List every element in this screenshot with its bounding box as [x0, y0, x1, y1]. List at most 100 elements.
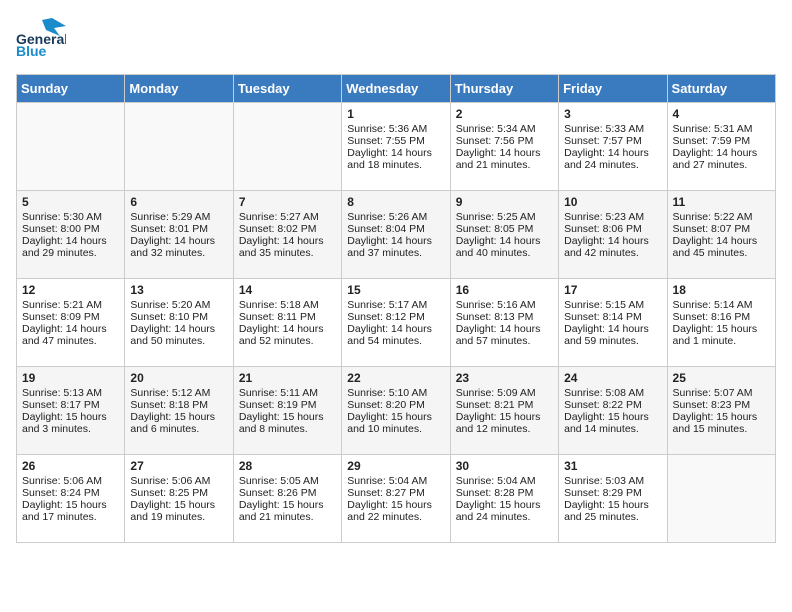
day-number: 1 — [347, 107, 444, 121]
day-info: Sunset: 8:17 PM — [22, 399, 119, 411]
day-info: Sunset: 8:24 PM — [22, 487, 119, 499]
day-info: Daylight: 15 hours — [456, 499, 553, 511]
day-info: Sunrise: 5:04 AM — [347, 475, 444, 487]
day-info: and 45 minutes. — [673, 247, 770, 259]
day-info: Sunset: 8:10 PM — [130, 311, 227, 323]
day-info: Sunset: 8:25 PM — [130, 487, 227, 499]
calendar-cell: 19Sunrise: 5:13 AMSunset: 8:17 PMDayligh… — [17, 367, 125, 455]
calendar-cell: 23Sunrise: 5:09 AMSunset: 8:21 PMDayligh… — [450, 367, 558, 455]
day-info: Sunrise: 5:17 AM — [347, 299, 444, 311]
day-info: Daylight: 15 hours — [456, 411, 553, 423]
day-info: Daylight: 15 hours — [239, 411, 336, 423]
day-info: Sunset: 8:18 PM — [130, 399, 227, 411]
day-info: Sunrise: 5:27 AM — [239, 211, 336, 223]
day-info: and 17 minutes. — [22, 511, 119, 523]
svg-text:Blue: Blue — [16, 43, 47, 59]
calendar-cell: 5Sunrise: 5:30 AMSunset: 8:00 PMDaylight… — [17, 191, 125, 279]
calendar-cell: 26Sunrise: 5:06 AMSunset: 8:24 PMDayligh… — [17, 455, 125, 543]
day-info: Sunrise: 5:06 AM — [22, 475, 119, 487]
column-header-wednesday: Wednesday — [342, 75, 450, 103]
day-number: 16 — [456, 283, 553, 297]
day-info: and 40 minutes. — [456, 247, 553, 259]
calendar-cell: 30Sunrise: 5:04 AMSunset: 8:28 PMDayligh… — [450, 455, 558, 543]
day-number: 4 — [673, 107, 770, 121]
calendar-cell: 18Sunrise: 5:14 AMSunset: 8:16 PMDayligh… — [667, 279, 775, 367]
day-info: Sunrise: 5:06 AM — [130, 475, 227, 487]
day-info: and 21 minutes. — [456, 159, 553, 171]
day-info: and 42 minutes. — [564, 247, 661, 259]
day-info: and 15 minutes. — [673, 423, 770, 435]
day-info: Sunset: 8:27 PM — [347, 487, 444, 499]
day-info: Sunrise: 5:23 AM — [564, 211, 661, 223]
day-info: Daylight: 15 hours — [673, 411, 770, 423]
day-info: Daylight: 14 hours — [22, 235, 119, 247]
day-info: Daylight: 14 hours — [456, 235, 553, 247]
day-info: and 19 minutes. — [130, 511, 227, 523]
day-number: 21 — [239, 371, 336, 385]
day-info: Sunrise: 5:14 AM — [673, 299, 770, 311]
day-info: Sunset: 8:12 PM — [347, 311, 444, 323]
day-number: 7 — [239, 195, 336, 209]
day-info: Sunset: 8:09 PM — [22, 311, 119, 323]
day-number: 3 — [564, 107, 661, 121]
day-info: and 8 minutes. — [239, 423, 336, 435]
day-info: Sunrise: 5:31 AM — [673, 123, 770, 135]
day-info: Daylight: 15 hours — [673, 323, 770, 335]
day-info: and 3 minutes. — [22, 423, 119, 435]
day-info: Daylight: 15 hours — [130, 411, 227, 423]
day-number: 26 — [22, 459, 119, 473]
calendar-cell: 14Sunrise: 5:18 AMSunset: 8:11 PMDayligh… — [233, 279, 341, 367]
day-info: Sunrise: 5:18 AM — [239, 299, 336, 311]
day-info: Sunset: 8:28 PM — [456, 487, 553, 499]
calendar-cell: 20Sunrise: 5:12 AMSunset: 8:18 PMDayligh… — [125, 367, 233, 455]
calendar-cell — [233, 103, 341, 191]
day-info: Daylight: 14 hours — [456, 147, 553, 159]
day-info: Daylight: 15 hours — [22, 411, 119, 423]
day-info: and 35 minutes. — [239, 247, 336, 259]
calendar-cell: 29Sunrise: 5:04 AMSunset: 8:27 PMDayligh… — [342, 455, 450, 543]
day-info: and 47 minutes. — [22, 335, 119, 347]
day-info: Daylight: 14 hours — [239, 323, 336, 335]
day-info: Sunset: 8:04 PM — [347, 223, 444, 235]
day-number: 11 — [673, 195, 770, 209]
calendar-cell — [125, 103, 233, 191]
day-info: Daylight: 14 hours — [347, 147, 444, 159]
day-info: Daylight: 14 hours — [239, 235, 336, 247]
day-info: Daylight: 15 hours — [347, 411, 444, 423]
day-info: Sunset: 7:57 PM — [564, 135, 661, 147]
calendar-cell: 1Sunrise: 5:36 AMSunset: 7:55 PMDaylight… — [342, 103, 450, 191]
day-info: and 18 minutes. — [347, 159, 444, 171]
day-number: 27 — [130, 459, 227, 473]
day-number: 29 — [347, 459, 444, 473]
day-info: Sunset: 7:56 PM — [456, 135, 553, 147]
day-info: and 10 minutes. — [347, 423, 444, 435]
calendar-cell: 16Sunrise: 5:16 AMSunset: 8:13 PMDayligh… — [450, 279, 558, 367]
day-info: Daylight: 14 hours — [347, 235, 444, 247]
calendar-cell: 24Sunrise: 5:08 AMSunset: 8:22 PMDayligh… — [559, 367, 667, 455]
column-header-saturday: Saturday — [667, 75, 775, 103]
day-info: Daylight: 14 hours — [130, 235, 227, 247]
day-info: Sunrise: 5:03 AM — [564, 475, 661, 487]
day-info: Sunset: 8:21 PM — [456, 399, 553, 411]
day-info: Daylight: 14 hours — [130, 323, 227, 335]
day-info: Sunrise: 5:15 AM — [564, 299, 661, 311]
day-info: Daylight: 15 hours — [239, 499, 336, 511]
day-info: Daylight: 14 hours — [564, 147, 661, 159]
day-info: and 52 minutes. — [239, 335, 336, 347]
column-header-tuesday: Tuesday — [233, 75, 341, 103]
day-number: 2 — [456, 107, 553, 121]
day-number: 31 — [564, 459, 661, 473]
day-info: Daylight: 14 hours — [456, 323, 553, 335]
calendar-cell: 25Sunrise: 5:07 AMSunset: 8:23 PMDayligh… — [667, 367, 775, 455]
day-info: Sunrise: 5:08 AM — [564, 387, 661, 399]
day-info: Sunrise: 5:09 AM — [456, 387, 553, 399]
day-info: Daylight: 15 hours — [130, 499, 227, 511]
day-info: Sunset: 8:23 PM — [673, 399, 770, 411]
calendar-cell: 27 Sunrise: 5:06 AMSunset: 8:25 PMDayligh… — [125, 455, 233, 543]
day-info: and 22 minutes. — [347, 511, 444, 523]
column-header-friday: Friday — [559, 75, 667, 103]
day-info: Sunrise: 5:11 AM — [239, 387, 336, 399]
day-number: 10 — [564, 195, 661, 209]
day-info: Sunset: 8:14 PM — [564, 311, 661, 323]
calendar-cell: 11Sunrise: 5:22 AMSunset: 8:07 PMDayligh… — [667, 191, 775, 279]
